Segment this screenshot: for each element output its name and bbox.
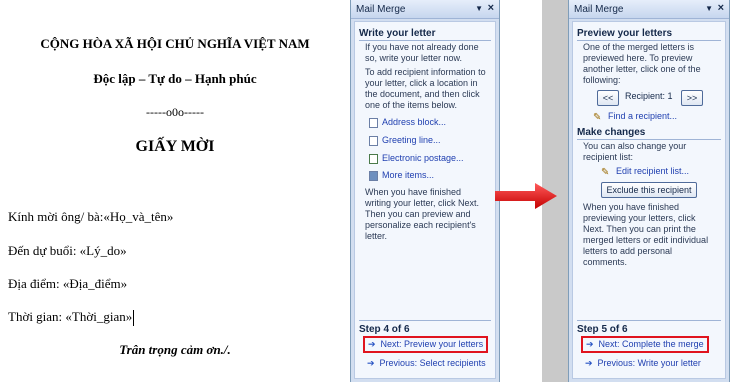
more-items-link[interactable]: More items... xyxy=(369,170,434,181)
preview-text: One of the merged letters is previewed h… xyxy=(583,42,701,85)
edit-pencil-icon: ✎ xyxy=(601,166,610,178)
next-preview-letters-link[interactable]: ➔ Next: Preview your letters xyxy=(363,336,489,353)
greeting-line-icon xyxy=(369,135,378,146)
more-items-icon xyxy=(369,170,378,181)
recipient-counter: Recipient: 1 xyxy=(625,91,673,101)
next-label: Next: Preview your letters xyxy=(380,339,484,349)
edit-recipient-label: Edit recipient list... xyxy=(616,166,690,176)
pane-body: Write your letter If you have not alread… xyxy=(354,21,496,379)
doc-line-time: Thời gian: «Thời_gian» xyxy=(8,309,135,327)
doc-closing: Trân trọng cảm ơn./. xyxy=(119,342,231,357)
find-recipient-label: Find a recipient... xyxy=(608,111,678,121)
mail-merge-pane-step5: Mail Merge ▼ × Preview your letters One … xyxy=(568,0,730,382)
pane-title: Mail Merge xyxy=(574,4,624,15)
exclude-recipient-button[interactable]: Exclude this recipient xyxy=(601,182,697,198)
previous-select-recipients-link[interactable]: ➔ Previous: Select recipients xyxy=(367,358,486,369)
previous-write-letter-link[interactable]: ➔ Previous: Write your letter xyxy=(585,358,701,369)
next-arrow-icon: ➔ xyxy=(586,339,594,349)
doc-line-name: Kính mời ông/ bà:«Họ_và_tên» xyxy=(8,209,174,224)
pane-titlebar: Mail Merge ▼ × xyxy=(351,0,499,19)
doc-line-reason: Đến dự buổi: «Lý_do» xyxy=(8,243,127,258)
section-write-letter: Write your letter xyxy=(359,28,491,41)
text-cursor xyxy=(133,310,135,327)
close-icon[interactable]: × xyxy=(718,2,724,14)
address-block-icon xyxy=(369,117,378,128)
next-recipient-button[interactable]: >> xyxy=(681,90,703,106)
find-recipient-icon: ✎ xyxy=(593,111,602,123)
address-block-label: Address block... xyxy=(382,117,447,127)
close-icon[interactable]: × xyxy=(488,2,494,14)
pane-title: Mail Merge xyxy=(356,4,406,15)
find-recipient-link[interactable]: ✎ Find a recipient... xyxy=(593,111,678,123)
greeting-line-label: Greeting line... xyxy=(382,135,441,145)
doc-line-place: Địa điểm: «Địa_điểm» xyxy=(8,276,128,291)
postage-icon xyxy=(369,153,378,164)
doc-divider: -----o0o----- xyxy=(146,105,204,119)
electronic-postage-link[interactable]: Electronic postage... xyxy=(369,153,464,164)
next-complete-merge-link[interactable]: ➔ Next: Complete the merge xyxy=(581,336,709,353)
section-make-changes: Make changes xyxy=(577,127,721,140)
edit-recipient-list-link[interactable]: ✎ Edit recipient list... xyxy=(601,166,690,178)
pane-menu-icon[interactable]: ▼ xyxy=(705,4,713,13)
step-indicator: Step 4 of 6 xyxy=(359,320,491,335)
finish-text: When you have finished previewing your l… xyxy=(583,202,709,267)
doc-title: GIẤY MỜI xyxy=(135,138,215,155)
changes-text: You can also change your recipient list: xyxy=(583,141,687,162)
previous-arrow-icon: ➔ xyxy=(367,358,375,368)
step-indicator: Step 5 of 6 xyxy=(577,320,721,335)
address-block-link[interactable]: Address block... xyxy=(369,117,446,128)
pane-body: Preview your letters One of the merged l… xyxy=(572,21,726,379)
previous-recipient-button[interactable]: << xyxy=(597,90,619,106)
next-arrow-icon: ➔ xyxy=(368,339,376,349)
section-preview-letters: Preview your letters xyxy=(577,28,721,41)
next-label: Next: Complete the merge xyxy=(598,339,704,349)
pane-titlebar: Mail Merge ▼ × xyxy=(569,0,729,19)
more-items-label: More items... xyxy=(382,170,435,180)
previous-label: Previous: Write your letter xyxy=(597,358,701,368)
doc-heading: CỘNG HÒA XÃ HỘI CHỦ NGHĨA VIỆT NAM xyxy=(40,36,310,51)
electronic-postage-label: Electronic postage... xyxy=(382,153,464,163)
greeting-line-link[interactable]: Greeting line... xyxy=(369,135,441,146)
previous-arrow-icon: ➔ xyxy=(585,358,593,368)
pane-menu-icon[interactable]: ▼ xyxy=(475,4,483,13)
document-page[interactable]: CỘNG HÒA XÃ HỘI CHỦ NGHĨA VIỆT NAM Độc l… xyxy=(0,0,350,382)
doc-line-time-text: Thời gian: «Thời_gian» xyxy=(8,309,133,324)
intro-text: If you have not already done so, write y… xyxy=(365,42,479,63)
mail-merge-pane-step4: Mail Merge ▼ × Write your letter If you … xyxy=(350,0,500,382)
instructions-text: To add recipient information to your let… xyxy=(365,67,486,110)
red-arrow-icon xyxy=(495,183,557,209)
doc-subheading: Độc lập – Tự do – Hạnh phúc xyxy=(93,71,257,86)
previous-label: Previous: Select recipients xyxy=(379,358,486,368)
finish-text: When you have finished writing your lett… xyxy=(365,187,480,241)
